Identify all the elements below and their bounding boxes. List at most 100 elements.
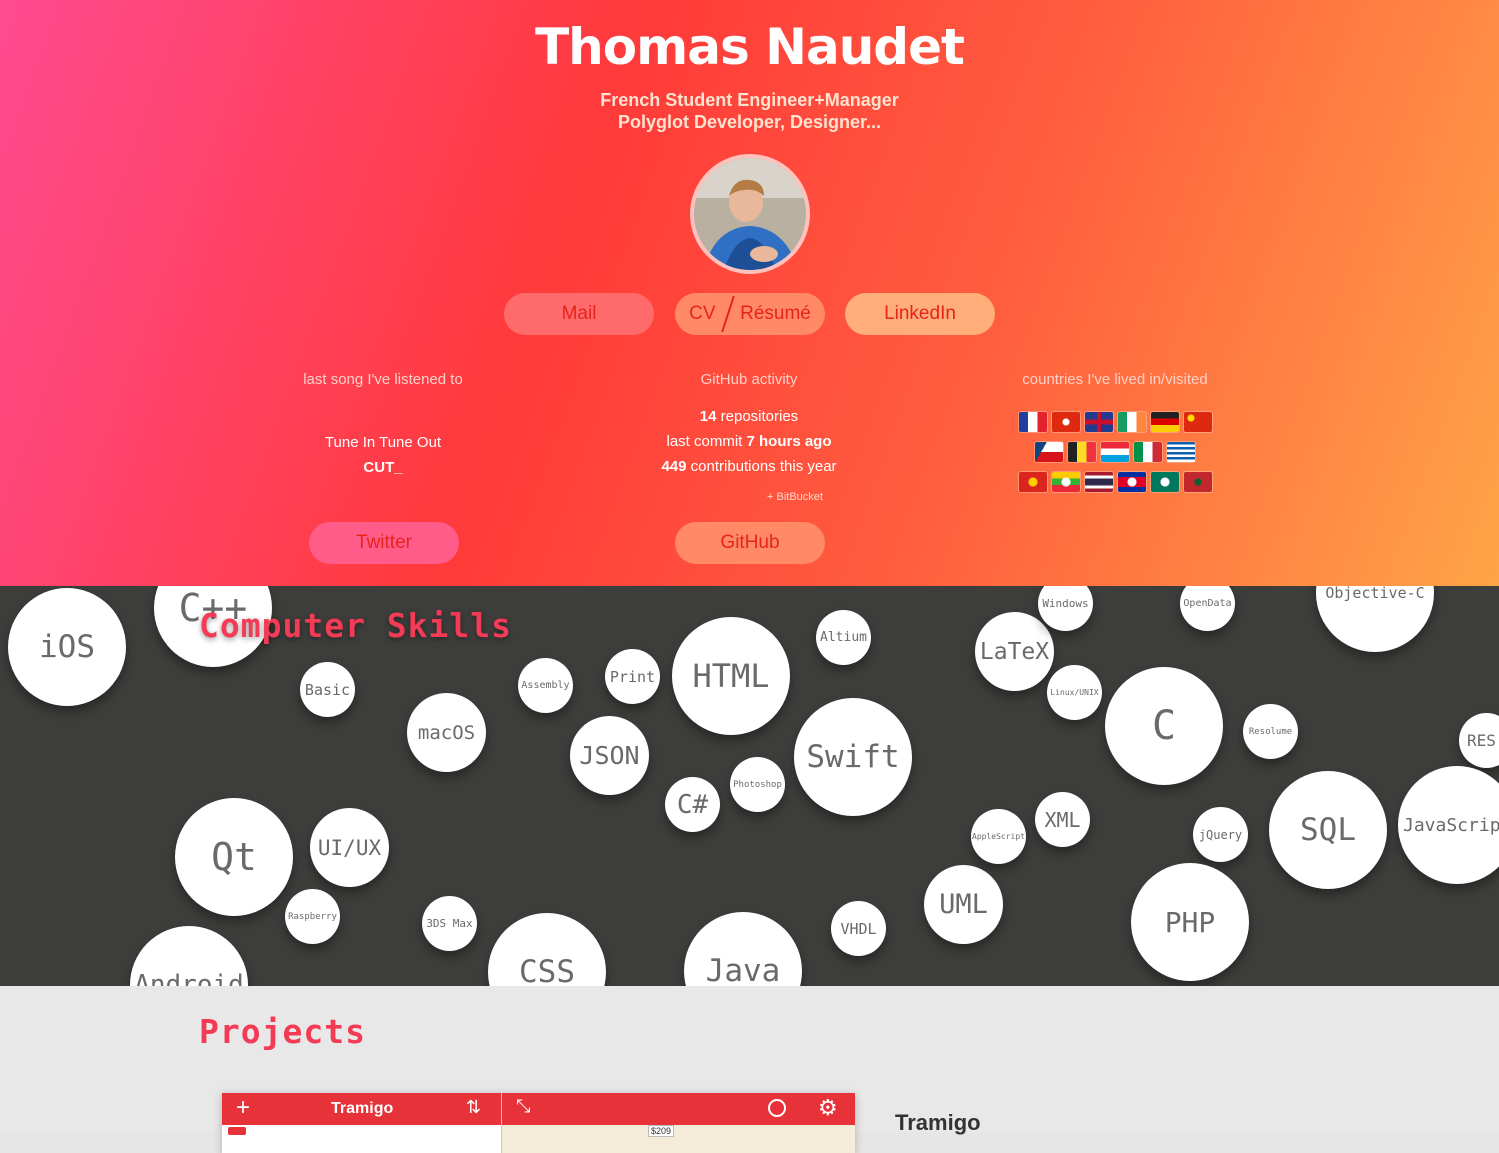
skill-bubble-php[interactable]: PHP (1131, 863, 1249, 981)
italy-flag-icon (1134, 442, 1162, 462)
twitter-button[interactable]: Twitter (309, 522, 459, 564)
projects-heading: Projects (199, 1012, 366, 1051)
computer-skills-heading: Computer Skills (199, 606, 513, 645)
belgium-flag-icon (1068, 442, 1096, 462)
cv-resume-button[interactable]: CV Résumé (675, 293, 825, 335)
skill-bubble-photoshop[interactable]: Photoshop (730, 757, 785, 812)
list-item-marker (228, 1127, 246, 1135)
skill-bubble-swift[interactable]: Swift (794, 698, 912, 816)
slash-divider-icon (721, 295, 735, 333)
skill-bubble-3dsmax[interactable]: 3DS Max (422, 896, 477, 951)
repos-count: 14 (699, 408, 717, 425)
add-icon: + (236, 1094, 251, 1121)
skill-bubble-print[interactable]: Print (605, 649, 660, 704)
github-button-label: GitHub (720, 532, 780, 553)
skill-bubble-csharp[interactable]: C# (665, 777, 720, 832)
clock-icon (768, 1099, 786, 1117)
skill-bubble-opendata[interactable]: OpenData (1180, 586, 1235, 631)
mail-button-label: Mail (561, 303, 597, 324)
greece-flag-icon (1167, 442, 1195, 462)
cv-label: CV (689, 303, 716, 324)
mail-button[interactable]: Mail (504, 293, 654, 335)
skill-bubble-javascript[interactable]: JavaScript (1398, 766, 1499, 884)
github-repos: 14 repositories (599, 408, 899, 425)
skill-bubble-qt[interactable]: Qt (175, 798, 293, 916)
thailand-flag-icon (1084, 472, 1113, 492)
germany-flag-icon (1150, 412, 1179, 432)
skill-bubble-java[interactable]: Java (684, 912, 802, 986)
github-activity-heading: GitHub activity (700, 371, 798, 388)
skill-bubble-windows[interactable]: Windows (1038, 586, 1093, 631)
gear-icon: ⚙ (818, 1095, 838, 1120)
hero-header: Thomas Naudet French Student Engineer+Ma… (0, 0, 1499, 586)
price-tag: $209 (648, 1125, 675, 1137)
app-toolbar: + Tramigo ⇅ ⤡ ⚙ (222, 1093, 855, 1125)
skill-bubble-vhdl[interactable]: VHDL (831, 901, 886, 956)
skill-bubble-json[interactable]: JSON (570, 716, 649, 795)
cambodia-flag-icon (1117, 472, 1146, 492)
avatar (690, 154, 810, 274)
github-contributions: 449 contributions this year (599, 458, 899, 475)
skill-bubble-jquery[interactable]: jQuery (1193, 807, 1248, 862)
page-title: Thomas Naudet (535, 18, 965, 76)
czechia-flag-icon (1035, 442, 1063, 462)
song-artist[interactable]: CUT_ (233, 459, 533, 476)
song-title[interactable]: Tune In Tune Out (233, 434, 533, 451)
skill-bubble-html[interactable]: HTML (672, 617, 790, 735)
france-flag-icon (1018, 412, 1047, 432)
contrib-count: 449 (661, 458, 687, 475)
sort-icon: ⇅ (466, 1097, 482, 1117)
skill-bubble-altium[interactable]: Altium (816, 610, 871, 665)
commit-time: 7 hours ago (746, 433, 832, 450)
projects-section: Projects + Tramigo ⇅ ⤡ ⚙ $209 Tramigo (0, 986, 1499, 1153)
skill-bubble-raspberry[interactable]: Raspberry (285, 889, 340, 944)
skill-bubble-c[interactable]: C (1105, 667, 1223, 785)
china-flag-icon (1183, 412, 1212, 432)
commit-prefix: last commit (666, 433, 747, 450)
myanmar-flag-icon (1051, 472, 1080, 492)
repos-label: repositories (716, 408, 799, 425)
tramigo-screenshot[interactable]: + Tramigo ⇅ ⤡ ⚙ $209 (222, 1093, 855, 1153)
skill-bubble-ios[interactable]: iOS (8, 588, 126, 706)
luxembourg-flag-icon (1101, 442, 1129, 462)
github-last-commit: last commit 7 hours ago (599, 433, 899, 450)
skill-bubble-latex[interactable]: LaTeX (975, 612, 1054, 691)
skill-bubble-macos[interactable]: macOS (407, 693, 486, 772)
tagline-line-1: French Student Engineer+Manager (600, 90, 899, 110)
countries-heading: countries I've lived in/visited (1022, 371, 1208, 388)
expand-icon: ⤡ (516, 1096, 531, 1116)
skill-bubble-objective-c[interactable]: Objective-C (1316, 586, 1434, 652)
skill-bubble-uml[interactable]: UML (924, 865, 1003, 944)
tagline-line-2: Polyglot Developer, Designer... (617, 112, 882, 132)
github-button[interactable]: GitHub (675, 522, 825, 564)
skill-bubble-resolume[interactable]: Resolume (1243, 704, 1298, 759)
resume-label: Résumé (740, 303, 811, 324)
ireland-flag-icon (1117, 412, 1146, 432)
skill-bubble-css[interactable]: CSS (488, 913, 606, 986)
bitbucket-link[interactable]: + BitBucket (740, 491, 850, 503)
app-title: Tramigo (331, 1100, 394, 1117)
macau-flag-icon (1150, 472, 1179, 492)
skill-bubble-assembly[interactable]: Assembly (518, 658, 573, 713)
linkedin-button-label: LinkedIn (884, 303, 956, 324)
skill-bubble-basic[interactable]: Basic (300, 662, 355, 717)
last-song-heading: last song I've listened to (303, 371, 463, 388)
twitter-button-label: Twitter (356, 532, 412, 553)
contrib-label: contributions this year (686, 458, 837, 475)
skill-bubble-xml[interactable]: XML (1035, 792, 1090, 847)
hong-kong-flag-icon (1051, 412, 1080, 432)
vietnam-flag-icon (1018, 472, 1047, 492)
skill-bubble-applescript[interactable]: AppleScript (971, 809, 1026, 864)
skill-bubble-linux-unix[interactable]: Linux/UNIX (1047, 665, 1102, 720)
flags-grid (1015, 412, 1215, 502)
skill-bubble-res[interactable]: RES (1459, 713, 1499, 768)
morocco-flag-icon (1183, 472, 1212, 492)
skill-bubble-sql[interactable]: SQL (1269, 771, 1387, 889)
skill-bubble-android[interactable]: Android (130, 926, 248, 986)
skill-bubble-uiux[interactable]: UI/UX (310, 808, 389, 887)
united-kingdom-flag-icon (1084, 412, 1113, 432)
avatar-photo (694, 158, 806, 270)
project-name: Tramigo (895, 1110, 981, 1135)
skills-section: iOS C++ Basic macOS Assembly Print JSON … (0, 586, 1499, 986)
linkedin-button[interactable]: LinkedIn (845, 293, 995, 335)
